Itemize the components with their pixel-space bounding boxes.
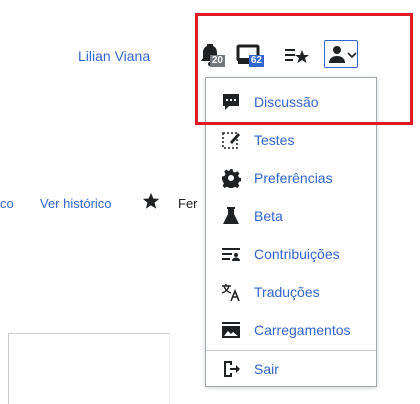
menu-item-label: Carregamentos xyxy=(254,322,351,338)
watch-star-button[interactable] xyxy=(142,192,160,210)
menu-item-preferences[interactable]: Preferências xyxy=(206,159,376,197)
alerts-count-badge: 20 xyxy=(209,55,225,67)
sandbox-icon xyxy=(221,130,241,150)
menu-item-talk[interactable]: Discussão xyxy=(206,83,376,121)
menu-item-uploads[interactable]: Carregamentos xyxy=(206,311,376,349)
menu-item-label: Testes xyxy=(254,132,295,148)
user-dropdown-menu: Discussão Testes Preferências Beta Contr… xyxy=(205,77,377,387)
image-gallery-icon xyxy=(221,320,241,340)
translate-icon xyxy=(221,282,241,302)
watchlist-button[interactable] xyxy=(283,40,313,70)
menu-item-sandbox[interactable]: Testes xyxy=(206,121,376,159)
talk-icon xyxy=(221,92,241,112)
gear-icon xyxy=(221,168,241,188)
contributions-icon xyxy=(221,244,241,264)
alerts-button[interactable]: 20 xyxy=(196,40,226,70)
menu-item-translations[interactable]: Traduções xyxy=(206,273,376,311)
user-menu-button[interactable] xyxy=(324,40,358,68)
menu-item-label: Contribuições xyxy=(254,246,340,262)
tab-partial[interactable]: co xyxy=(0,196,14,211)
user-name-link[interactable]: Lilian Viana xyxy=(78,47,150,65)
menu-item-label: Beta xyxy=(254,208,283,224)
content-box xyxy=(8,333,170,404)
menu-item-logout[interactable]: Sair xyxy=(206,350,376,388)
tab-tools-truncated[interactable]: Fer xyxy=(178,196,198,211)
menu-item-beta[interactable]: Beta xyxy=(206,197,376,235)
tab-view-history[interactable]: Ver histórico xyxy=(40,196,112,211)
menu-item-contributions[interactable]: Contribuições xyxy=(206,235,376,273)
chevron-down-icon xyxy=(347,52,357,59)
menu-item-label: Discussão xyxy=(254,94,319,110)
watchlist-icon xyxy=(285,49,309,63)
notices-count-badge: 62 xyxy=(248,55,264,67)
menu-item-label: Preferências xyxy=(254,170,333,186)
menu-item-label: Sair xyxy=(254,361,279,377)
logout-icon xyxy=(221,359,241,379)
notices-button[interactable]: 62 xyxy=(235,40,265,70)
labflask-icon xyxy=(221,206,241,226)
star-icon xyxy=(142,192,160,209)
user-avatar-icon xyxy=(329,46,345,63)
menu-item-label: Traduções xyxy=(254,284,320,300)
